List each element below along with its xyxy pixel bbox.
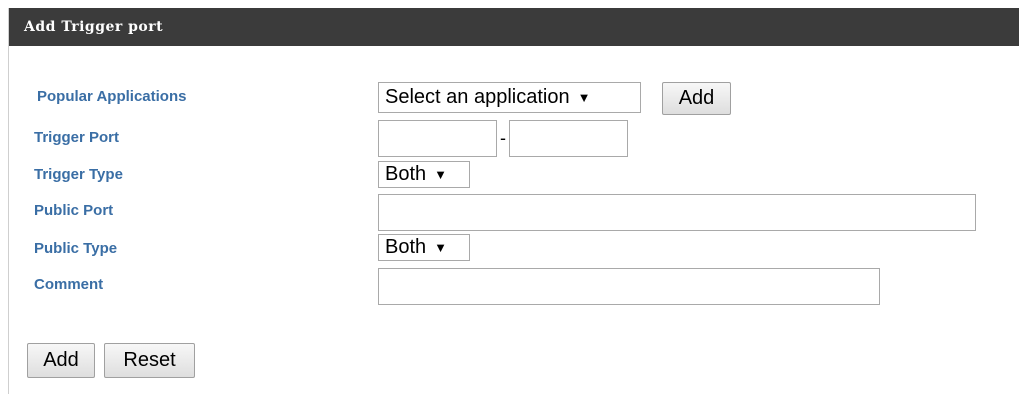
- popular-applications-label: Popular Applications: [37, 88, 187, 105]
- panel-title: Add Trigger port: [24, 19, 164, 35]
- trigger-port-start-input[interactable]: [378, 120, 497, 157]
- popular-applications-value: Select an application: [385, 86, 570, 108]
- trigger-type-label: Trigger Type: [34, 166, 123, 183]
- add-application-button[interactable]: Add: [662, 82, 731, 115]
- popular-applications-select[interactable]: Select an application ▼: [378, 82, 641, 113]
- comment-input[interactable]: [378, 268, 880, 305]
- trigger-port-end-input[interactable]: [509, 120, 628, 157]
- trigger-port-separator: -: [500, 128, 506, 148]
- public-port-label: Public Port: [34, 202, 114, 219]
- public-type-value: Both: [385, 236, 427, 258]
- chevron-down-icon: ▼: [434, 167, 448, 182]
- trigger-type-select[interactable]: Both ▼: [378, 161, 470, 188]
- public-port-input[interactable]: [378, 194, 976, 231]
- public-type-label: Public Type: [34, 240, 118, 257]
- panel-header: Add Trigger port: [9, 8, 1019, 46]
- trigger-type-value: Both: [385, 163, 427, 185]
- add-button[interactable]: Add: [27, 343, 95, 378]
- chevron-down-icon: ▼: [434, 240, 448, 255]
- trigger-port-label: Trigger Port: [34, 129, 120, 146]
- chevron-down-icon: ▼: [577, 90, 591, 105]
- reset-button[interactable]: Reset: [104, 343, 195, 378]
- comment-label: Comment: [34, 276, 104, 293]
- public-type-select[interactable]: Both ▼: [378, 234, 470, 261]
